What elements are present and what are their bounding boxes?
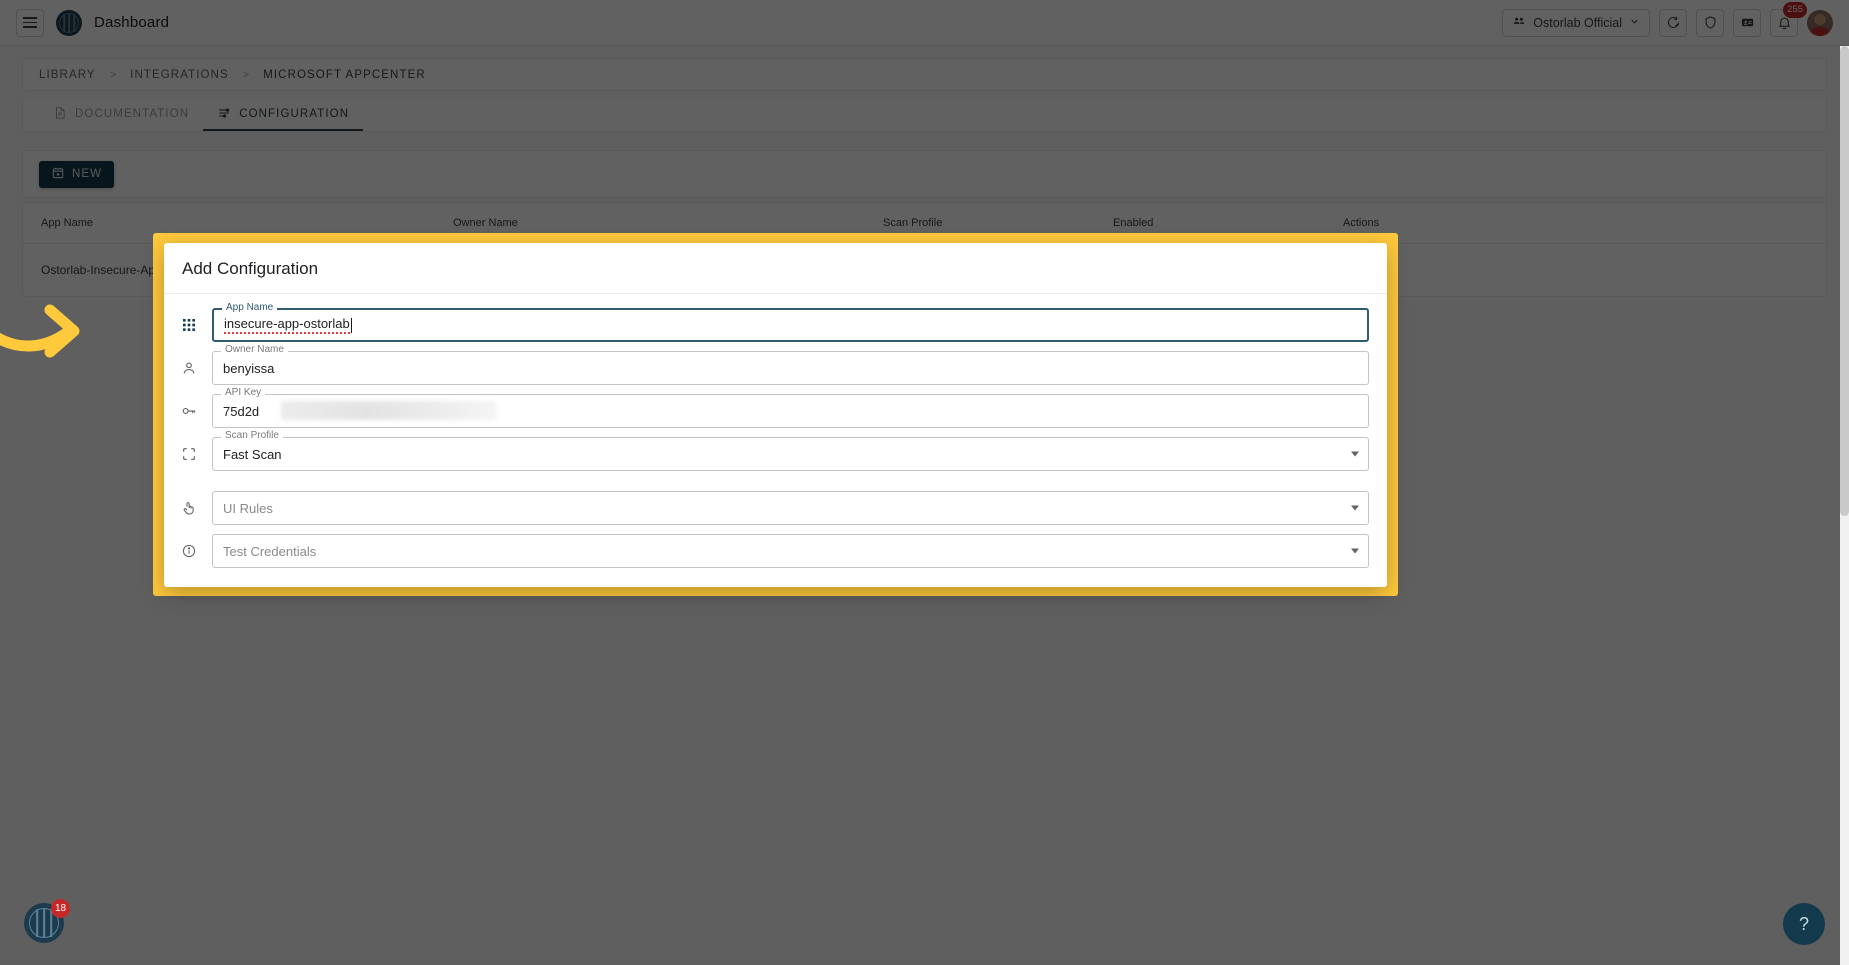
dialog-actions: SAVE RESET	[164, 577, 1387, 587]
ostorlab-floating-logo[interactable]: 18	[24, 899, 70, 943]
field-row-app-name: App Name insecure-app-ostorlab	[178, 303, 1369, 342]
app-name-label: App Name	[222, 303, 278, 313]
api-key-label: API Key	[221, 388, 266, 398]
field-row-scan-profile: Scan Profile Fast Scan	[178, 431, 1369, 471]
ui-rules-placeholder: UI Rules	[223, 500, 273, 516]
chevron-down-icon	[1351, 505, 1359, 511]
owner-name-input[interactable]: Owner Name benyissa	[212, 345, 1369, 385]
owner-name-value: benyissa	[223, 360, 275, 376]
app-name-value: insecure-app-ostorlab	[224, 316, 350, 334]
key-icon	[178, 400, 200, 422]
grid-apps-icon	[178, 314, 200, 336]
api-key-input[interactable]: API Key 75d2d	[212, 388, 1369, 428]
scan-profile-label: Scan Profile	[221, 431, 283, 441]
floating-logo-badge: 18	[51, 899, 70, 918]
chevron-down-icon	[1351, 451, 1359, 457]
test-credentials-placeholder: Test Credentials	[223, 543, 317, 559]
text-caret	[350, 317, 352, 333]
dialog-form: App Name insecure-app-ostorlab Owner Nam…	[164, 294, 1387, 577]
app-name-input[interactable]: App Name insecure-app-ostorlab	[212, 303, 1369, 342]
ui-rules-select[interactable]: UI Rules	[212, 491, 1369, 525]
api-key-redaction	[281, 401, 497, 420]
add-configuration-dialog: Add Configuration App Name insecure-app-…	[164, 243, 1387, 587]
touch-pointer-icon	[178, 497, 200, 519]
scan-profile-value: Fast Scan	[223, 446, 282, 462]
app-root: Dashboard Ostorlab Official	[0, 0, 1849, 965]
person-icon	[178, 357, 200, 379]
field-row-owner-name: Owner Name benyissa	[178, 345, 1369, 385]
page-scrollbar[interactable]	[1840, 46, 1849, 965]
test-credentials-select[interactable]: Test Credentials	[212, 534, 1369, 568]
scan-frame-icon	[178, 443, 200, 465]
field-row-api-key: API Key 75d2d	[178, 388, 1369, 428]
scrollbar-thumb[interactable]	[1840, 46, 1849, 516]
chevron-down-icon	[1351, 548, 1359, 554]
scan-profile-select[interactable]: Scan Profile Fast Scan	[212, 431, 1369, 471]
curved-arrow-right-icon	[0, 296, 94, 371]
dialog-title: Add Configuration	[164, 243, 1387, 294]
info-icon	[178, 540, 200, 562]
owner-name-label: Owner Name	[221, 345, 288, 355]
field-row-ui-rules: UI Rules	[178, 491, 1369, 525]
api-key-value: 75d2d	[223, 403, 260, 419]
help-button[interactable]: ?	[1783, 903, 1825, 945]
field-row-test-credentials: Test Credentials	[178, 534, 1369, 568]
